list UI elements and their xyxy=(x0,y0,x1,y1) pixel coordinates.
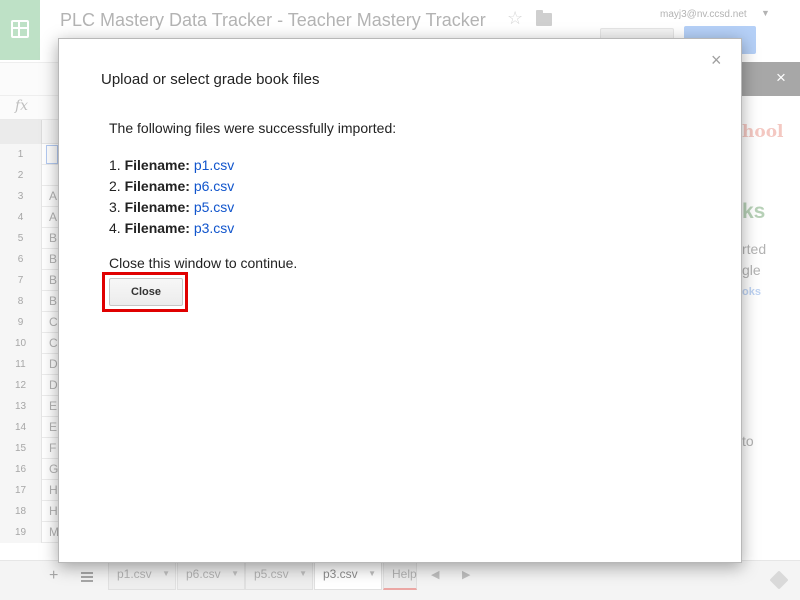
filename-label: Filename: xyxy=(124,178,190,194)
list-number: 4. xyxy=(109,220,121,236)
import-success-message: The following files were successfully im… xyxy=(109,120,397,136)
filename-label: Filename: xyxy=(124,157,190,173)
list-item: 3. Filename: p5.csv xyxy=(109,197,234,218)
close-icon[interactable]: × xyxy=(711,50,722,71)
list-number: 1. xyxy=(109,157,121,173)
filename-label: Filename: xyxy=(124,220,190,236)
list-item: 4. Filename: p3.csv xyxy=(109,218,234,239)
filename-label: Filename: xyxy=(124,199,190,215)
list-item: 2. Filename: p6.csv xyxy=(109,176,234,197)
close-button[interactable]: Close xyxy=(109,278,183,306)
file-link[interactable]: p3.csv xyxy=(194,220,234,236)
upload-dialog: Upload or select grade book files × The … xyxy=(58,38,742,563)
file-link[interactable]: p1.csv xyxy=(194,157,234,173)
list-number: 2. xyxy=(109,178,121,194)
imported-file-list: 1. Filename: p1.csv 2. Filename: p6.csv … xyxy=(109,155,234,239)
dialog-title: Upload or select grade book files xyxy=(101,71,320,88)
file-link[interactable]: p6.csv xyxy=(194,178,234,194)
list-item: 1. Filename: p1.csv xyxy=(109,155,234,176)
close-instruction: Close this window to continue. xyxy=(109,255,298,271)
list-number: 3. xyxy=(109,199,121,215)
file-link[interactable]: p5.csv xyxy=(194,199,234,215)
